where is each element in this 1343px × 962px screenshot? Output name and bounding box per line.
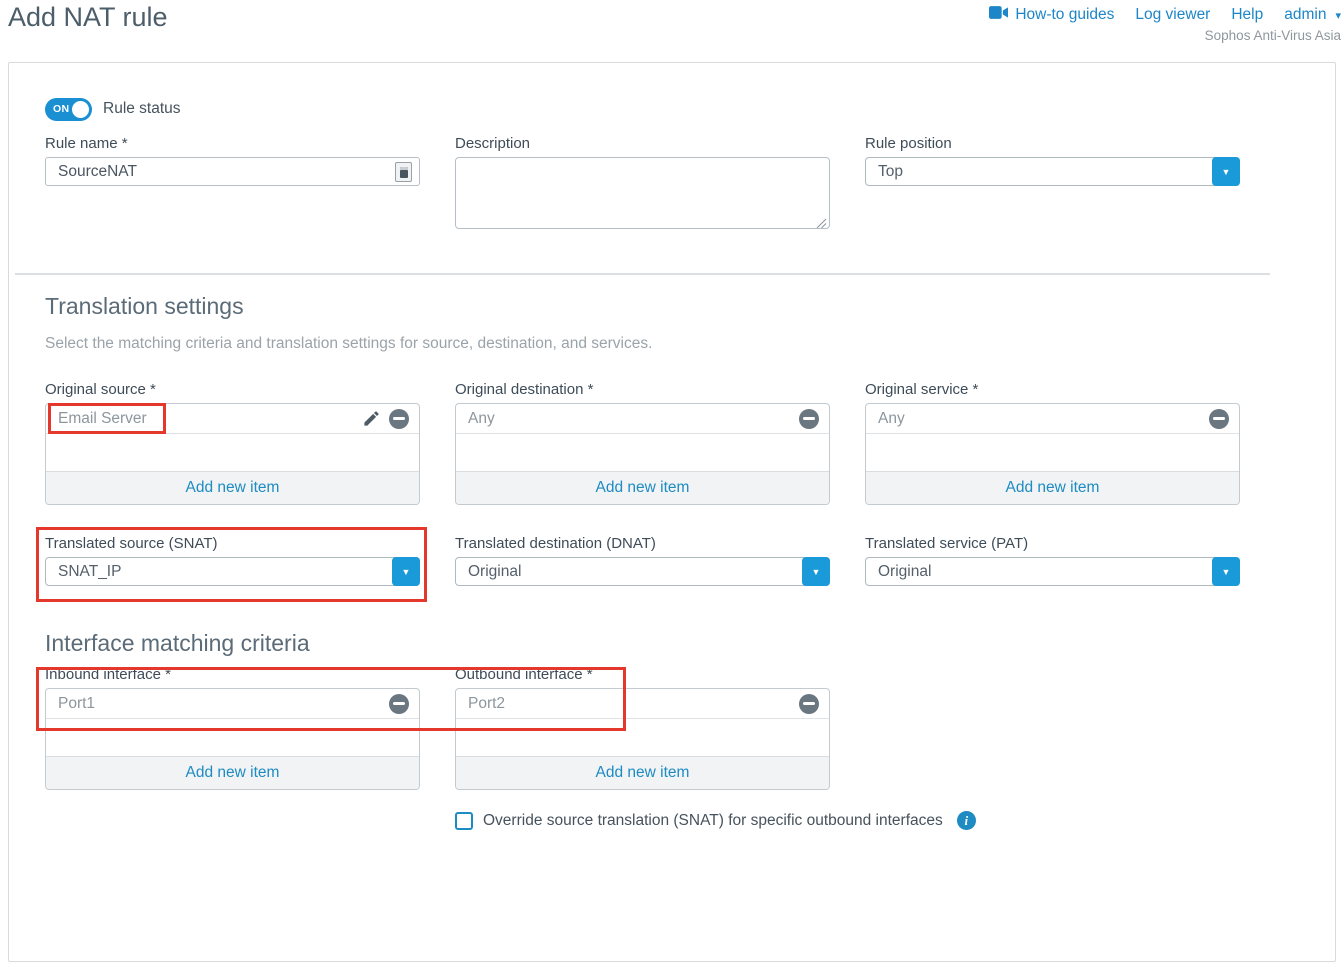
original-destination-list: Any Add new item — [455, 403, 830, 505]
rule-status-row: ON Rule status — [45, 97, 1240, 121]
page-title: Add NAT rule — [8, 2, 168, 33]
translated-destination-select[interactable]: Original ▼ — [455, 557, 830, 586]
add-new-item-button[interactable]: Add new item — [456, 471, 829, 504]
add-new-item-button[interactable]: Add new item — [46, 471, 419, 504]
list-spacer — [46, 434, 419, 471]
rule-position-select[interactable]: Top ▼ — [865, 157, 1240, 186]
inbound-interface-label: Inbound interface * — [45, 666, 420, 683]
list-item[interactable]: Port1 — [46, 689, 419, 719]
translated-destination-label: Translated destination (DNAT) — [455, 535, 830, 552]
chevron-down-icon: ▾ — [1335, 9, 1341, 22]
translated-service-value: Original — [878, 563, 931, 581]
rule-status-label: Rule status — [103, 100, 181, 118]
list-spacer — [456, 434, 829, 471]
original-source-list: Email Server Add new item — [45, 403, 420, 505]
remove-item-icon[interactable] — [1209, 409, 1229, 429]
how-to-guides-label: How-to guides — [1015, 6, 1114, 24]
translation-settings-subtitle: Select the matching criteria and transla… — [45, 335, 1240, 353]
inbound-interface-list: Port1 Add new item — [45, 688, 420, 790]
remove-item-icon[interactable] — [799, 694, 819, 714]
add-new-item-button[interactable]: Add new item — [46, 756, 419, 789]
original-source-label: Original source * — [45, 381, 420, 398]
translated-destination-value: Original — [468, 563, 521, 581]
add-new-item-button[interactable]: Add new item — [456, 756, 829, 789]
list-spacer — [866, 434, 1239, 471]
original-destination-label: Original destination * — [455, 381, 830, 398]
how-to-guides-link[interactable]: How-to guides — [989, 6, 1114, 24]
admin-menu[interactable]: admin ▾ — [1284, 6, 1341, 24]
account-name: Sophos Anti-Virus Asia — [989, 28, 1341, 43]
rule-position-value: Top — [878, 163, 903, 181]
log-viewer-label: Log viewer — [1135, 6, 1210, 24]
override-snat-label: Override source translation (SNAT) for s… — [483, 812, 943, 830]
input-indicator-icon — [395, 162, 412, 182]
section-divider — [15, 273, 1270, 275]
list-spacer — [46, 719, 419, 756]
list-item-text: Any — [878, 410, 1209, 428]
chevron-down-icon[interactable]: ▼ — [392, 557, 420, 586]
list-item[interactable]: Any — [866, 404, 1239, 434]
description-label: Description — [455, 135, 830, 152]
translated-source-value: SNAT_IP — [58, 563, 121, 581]
rule-name-input[interactable] — [46, 158, 419, 185]
chevron-down-icon[interactable]: ▼ — [802, 557, 830, 586]
translated-source-label: Translated source (SNAT) — [45, 535, 420, 552]
rule-name-label: Rule name * — [45, 135, 420, 152]
info-icon[interactable]: i — [957, 811, 976, 830]
original-service-label: Original service * — [865, 381, 1240, 398]
original-service-list: Any Add new item — [865, 403, 1240, 505]
page-header: Add NAT rule How-to guides Log viewer He… — [0, 0, 1343, 56]
header-right: How-to guides Log viewer Help admin ▾ So… — [989, 6, 1341, 43]
translated-service-label: Translated service (PAT) — [865, 535, 1240, 552]
remove-item-icon[interactable] — [389, 694, 409, 714]
video-camera-icon — [989, 6, 1008, 24]
list-item[interactable]: Any — [456, 404, 829, 434]
nat-rule-form-card: ON Rule status Rule name * Description R… — [8, 62, 1336, 962]
admin-label: admin — [1284, 6, 1326, 24]
list-item[interactable]: Email Server — [46, 404, 419, 434]
help-label: Help — [1231, 6, 1263, 24]
rule-status-toggle[interactable]: ON — [45, 98, 92, 121]
log-viewer-link[interactable]: Log viewer — [1135, 6, 1210, 24]
remove-item-icon[interactable] — [389, 409, 409, 429]
chevron-down-icon[interactable]: ▼ — [1212, 557, 1240, 586]
list-item-text: Port1 — [58, 695, 389, 713]
translation-settings-heading: Translation settings — [45, 293, 1240, 320]
override-snat-checkbox[interactable] — [455, 812, 473, 830]
translated-source-select[interactable]: SNAT_IP ▼ — [45, 557, 420, 586]
override-snat-row: Override source translation (SNAT) for s… — [455, 811, 1240, 830]
list-item-text: Port2 — [468, 695, 799, 713]
outbound-interface-label: Outbound interface * — [455, 666, 830, 683]
edit-item-icon[interactable] — [362, 409, 381, 428]
toggle-knob — [70, 99, 91, 120]
help-link[interactable]: Help — [1231, 6, 1263, 24]
rule-position-label: Rule position — [865, 135, 1240, 152]
header-links: How-to guides Log viewer Help admin ▾ — [989, 6, 1341, 24]
translated-service-select[interactable]: Original ▼ — [865, 557, 1240, 586]
list-spacer — [456, 719, 829, 756]
add-new-item-button[interactable]: Add new item — [866, 471, 1239, 504]
list-item[interactable]: Port2 — [456, 689, 829, 719]
description-field — [455, 157, 830, 234]
rule-name-field — [45, 157, 420, 186]
list-item-text: Any — [468, 410, 799, 428]
interface-matching-heading: Interface matching criteria — [45, 630, 1240, 657]
description-textarea[interactable] — [455, 157, 830, 229]
toggle-on-label: ON — [53, 103, 69, 115]
list-item-text: Email Server — [58, 410, 362, 428]
outbound-interface-list: Port2 Add new item — [455, 688, 830, 790]
remove-item-icon[interactable] — [799, 409, 819, 429]
chevron-down-icon[interactable]: ▼ — [1212, 157, 1240, 186]
